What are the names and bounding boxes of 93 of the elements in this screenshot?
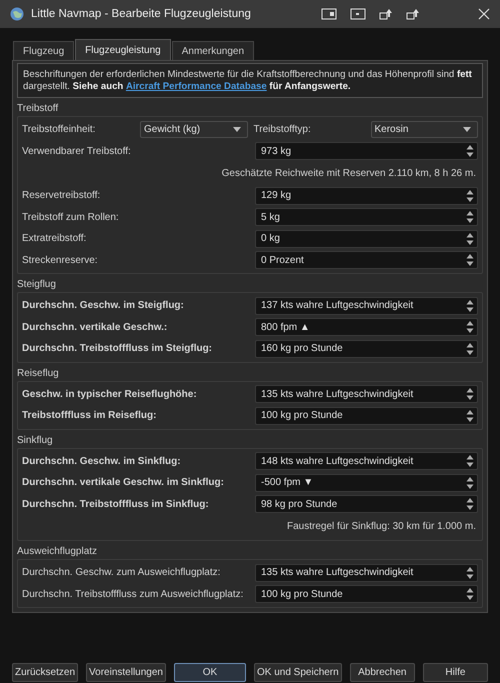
dialog-button[interactable]: Zurücksetzen <box>12 663 78 682</box>
dropdown[interactable]: Kerosin <box>370 121 478 138</box>
field-value: 98 kg pro Stunde <box>261 498 338 510</box>
spin-arrows-icon[interactable] <box>466 144 474 158</box>
spin-arrows-icon[interactable] <box>466 476 474 490</box>
field-label: Treibstofffluss im Reiseflug: <box>22 410 158 422</box>
group-title: Sinkflug <box>17 434 54 448</box>
field-label: Durchschn. vertikale Geschw. im Sinkflug: <box>22 477 225 488</box>
database-link[interactable]: Aircraft Performance Database <box>126 81 267 92</box>
field-value: 135 kts wahre Luftgeschwindigkeit <box>261 567 414 578</box>
spin-arrows-icon[interactable] <box>466 253 474 268</box>
window-title: Little Navmap - Bearbeite Flugzeugleistung <box>31 8 251 20</box>
group-title: Reiseflug <box>17 366 60 380</box>
spin-box[interactable]: -500 fpm ▼ <box>255 474 478 492</box>
field-value: 135 kts wahre Luftgeschwindigkeit <box>261 388 414 400</box>
spin-box[interactable]: 135 kts wahre Luftgeschwindigkeit <box>255 385 478 404</box>
spin-arrows-icon[interactable] <box>466 342 474 356</box>
group-title: Treibstoff <box>17 102 60 116</box>
spin-box[interactable]: 148 kts wahre Luftgeschwindigkeit <box>255 452 478 470</box>
spin-arrows-icon[interactable] <box>466 298 474 313</box>
spin-box[interactable]: 137 kts wahre Luftgeschwindigkeit <box>255 296 478 315</box>
dialog-button[interactable]: OK <box>174 663 246 682</box>
spin-arrows-icon[interactable] <box>466 408 474 423</box>
group-title: Ausweichflugplatz <box>17 545 98 559</box>
spin-box[interactable]: 100 kg pro Stunde <box>255 585 478 604</box>
dialog-button[interactable]: Voreinstellungen <box>86 663 166 682</box>
spin-box[interactable]: 98 kg pro Stunde <box>255 495 478 514</box>
spin-arrows-icon[interactable] <box>466 232 474 246</box>
tab[interactable]: Flugzeug <box>13 41 74 60</box>
spin-box[interactable]: 129 kg <box>255 186 478 205</box>
globe-icon <box>10 7 24 21</box>
dialog-button[interactable]: Abbrechen <box>350 663 415 682</box>
spin-arrows-icon[interactable] <box>466 566 474 580</box>
field-label: Durchschn. Geschw. zum Ausweichflugplatz: <box>22 567 222 578</box>
spin-box[interactable]: 0 kg <box>255 230 478 248</box>
field-label: Extratreibstoff: <box>22 233 88 244</box>
spin-arrows-icon[interactable] <box>466 188 474 203</box>
spin-arrows-icon[interactable] <box>466 387 474 402</box>
spin-box[interactable]: 800 fpm ▲ <box>255 318 478 336</box>
spin-box[interactable]: 135 kts wahre Luftgeschwindigkeit <box>255 564 478 582</box>
dialog-button[interactable]: OK und Speichern <box>254 663 342 682</box>
tab[interactable]: Anmerkungen <box>172 41 254 60</box>
spin-box[interactable]: 160 kg pro Stunde <box>255 340 478 358</box>
spin-arrows-icon[interactable] <box>466 497 474 512</box>
close-icon[interactable] <box>478 8 490 20</box>
hint-text: Faustregel für Sinkflug: 30 km für 1.000 m. <box>287 521 477 532</box>
field-value: 148 kts wahre Luftgeschwindigkeit <box>261 456 414 467</box>
field-label: Treibstofftyp: <box>252 124 312 136</box>
field-label: Durchschn. Geschw. im Sinkflug: <box>22 456 182 467</box>
field-value: 800 fpm ▲ <box>261 322 310 333</box>
tab[interactable]: Flugzeugleistung <box>75 39 171 60</box>
dropdown-value: Kerosin <box>374 124 408 136</box>
spin-arrows-icon[interactable] <box>466 210 474 224</box>
field-label: Geschw. in typischer Reiseflughöhe: <box>22 388 198 400</box>
field-label: Reservetreibstoff: <box>22 190 102 202</box>
spin-arrows-icon[interactable] <box>466 320 474 334</box>
stack-up-icon[interactable] <box>379 8 393 20</box>
field-label: Durchschn. Treibstofffluss im Sinkflug: <box>22 498 210 510</box>
field-value: 137 kts wahre Luftgeschwindigkeit <box>261 300 414 312</box>
dropdown[interactable]: Gewicht (kg) <box>140 121 248 138</box>
caret-icon <box>232 127 240 132</box>
field-label: Durchschn. Treibstofffluss im Steigflug: <box>22 343 214 354</box>
field-label: Treibstoff zum Rollen: <box>22 212 120 223</box>
window-icon[interactable] <box>350 8 366 20</box>
hint-text: Geschätzte Reichweite mit Reserven 2.110 km, 8 h 26 m. <box>222 168 477 179</box>
field-value: 160 kg pro Stunde <box>261 343 343 354</box>
field-value: 0 kg <box>261 233 280 244</box>
field-label: Treibstoffeinheit: <box>22 124 96 136</box>
dropdown-value: Gewicht (kg) <box>144 124 200 136</box>
field-value: 5 kg <box>261 212 280 223</box>
field-value: 100 kg pro Stunde <box>261 588 343 600</box>
field-value: 100 kg pro Stunde <box>261 410 343 422</box>
info-text: Beschriftungen der erforderlichen Mindestwerte für die Kraftstoffberechnung und das Höhenprofil sind fett dargestellt. Siehe auch Aircraft Performance Database für Anfangswerte. <box>23 69 473 93</box>
caret-icon <box>463 127 471 132</box>
group-title: Steigflug <box>17 278 57 292</box>
field-label: Verwendbarer Treibstoff: <box>22 146 132 157</box>
field-label: Durchschn. vertikale Geschw.: <box>22 322 168 333</box>
spin-box[interactable]: 100 kg pro Stunde <box>255 406 478 425</box>
dialog-button[interactable]: Hilfe <box>422 663 488 682</box>
spin-box[interactable]: 5 kg <box>255 208 478 226</box>
spin-box[interactable]: 973 kg <box>255 142 478 160</box>
field-value: -500 fpm ▼ <box>261 477 314 488</box>
spin-arrows-icon[interactable] <box>466 454 474 468</box>
field-value: 0 Prozent <box>261 254 304 266</box>
field-label: Durchschn. Treibstofffluss zum Ausweichflugplatz: <box>22 588 244 600</box>
stack-up-icon[interactable] <box>406 8 420 20</box>
field-value: 129 kg <box>261 190 292 202</box>
spin-box[interactable]: 0 Prozent <box>255 251 478 270</box>
field-label: Durchschn. Geschw. im Steigflug: <box>22 300 185 312</box>
field-label: Streckenreserve: <box>22 254 99 266</box>
field-value: 973 kg <box>261 146 292 157</box>
spin-arrows-icon[interactable] <box>466 587 474 602</box>
window-icon[interactable] <box>321 8 337 20</box>
